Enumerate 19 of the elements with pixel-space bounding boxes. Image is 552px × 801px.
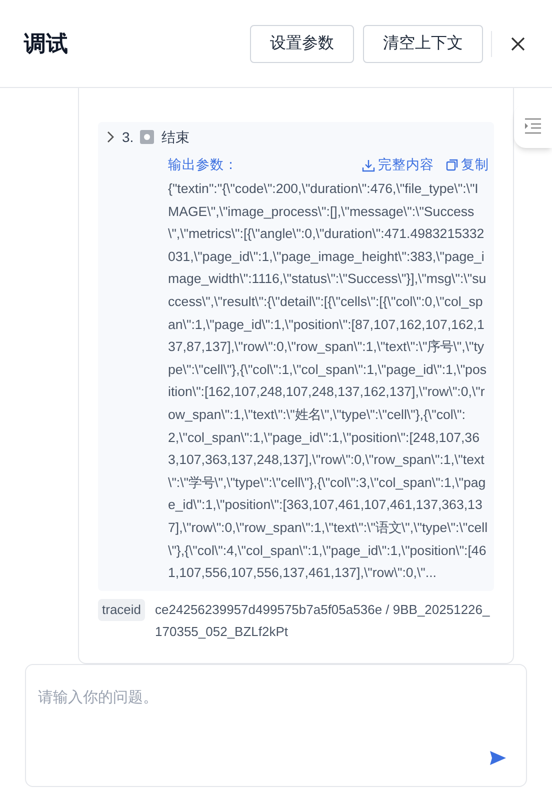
trace-id: ce24256239957d499575b7a5f05a536e / 9BB_20251226_170355_052_BZLf2kPt	[155, 600, 491, 641]
step-number: 3.	[122, 128, 134, 146]
copy-icon	[446, 159, 458, 171]
outline-icon	[524, 118, 542, 134]
question-input[interactable]: 请输入你的问题。	[25, 664, 527, 787]
outline-toggle-button[interactable]	[514, 104, 552, 148]
header-button[interactable]: 设置参数	[250, 24, 354, 62]
panel-title: 调试	[24, 30, 68, 58]
header-button[interactable]: 清空上下文	[363, 24, 483, 62]
send-icon[interactable]	[489, 750, 507, 766]
step-label: 结束	[162, 128, 190, 146]
output-text: {"textin":"{\"code\":200,\"duration\":476,\"file_type\":\"IMAGE\",\"image_process\":[],\"message\":\"Success\",\"metrics\":[{\"angle\":0,\"duration\":471.4983215332031,\"page_id\":1,\"page_image_height\":383,\"page_image_width\":1116,\"status\":\"Success\"}],\"msg\":\"success\",\"result\":{\"detail\":[{\"cells\":[{\"col\":0,\"col_span\":1,\"page_id\":1,\"position\":[87,107,162,107,162,137,87,137],\"row\":0,\"row_span\":1,\"text\":\"序号\",\"type\":\"cell\"},{\"col\":1,\"col_span\":1,\"page_id\":1,\"position\":[162,107,248,107,248,137,162,137],\"row\":0,\"row_span\":1,\"text\":\"姓名\",\"type\":\"cell\"},{\"col\":2,\"col_span\":1,\"page_id\":1,\"position\":[248,107,363,107,363,137,248,137],\"row\":0,\"row_span\":1,\"text\":\"学号\",\"type\":\"cell\"},{\"col\":3,\"col_span\":1,\"page_id\":1,\"position\":[363,107,461,107,461,137,363,137],\"row\":0,\"row_span\":1,\"text\":\"语文\",\"type\":\"cell\"},{\"col\":4,\"col_span\":1,\"page_id\":1,\"position\":[461,107,556,107,556,137,461,137],\"row\":0,\"...	[168, 180, 489, 582]
trace-tag: traceid	[98, 598, 146, 621]
output-label: 输出参数：	[168, 156, 238, 174]
full-content-link[interactable]: 完整内容	[362, 154, 434, 176]
chevron-icon[interactable]	[106, 131, 116, 143]
stop-icon	[140, 130, 154, 144]
download-icon	[362, 158, 375, 172]
copy-link[interactable]: 复制	[446, 154, 489, 176]
